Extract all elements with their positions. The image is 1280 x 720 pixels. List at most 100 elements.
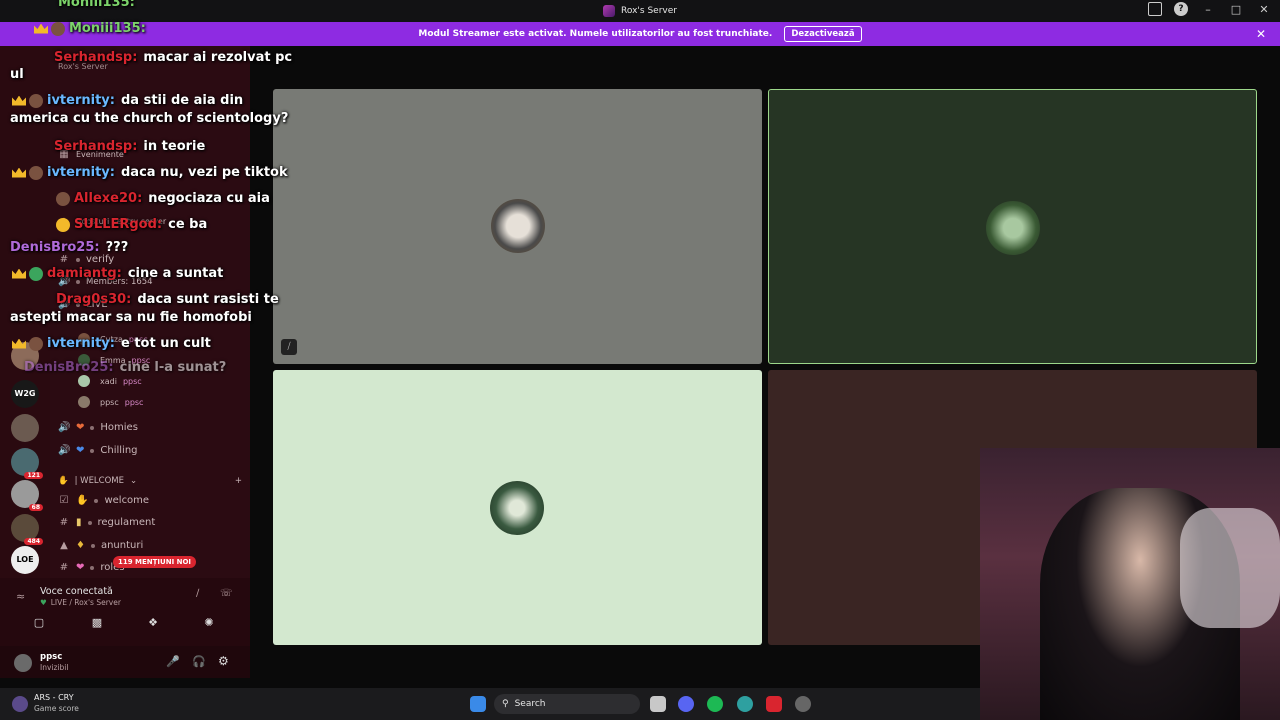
game-icon[interactable] — [12, 696, 28, 712]
help-icon[interactable]: ? — [1174, 2, 1188, 16]
server-icon-w2g[interactable]: W2G — [11, 380, 39, 408]
chair-shape — [1180, 508, 1280, 628]
channel-label: verify — [86, 254, 115, 265]
channel-label: anunturi — [100, 540, 144, 551]
taskbar-search[interactable]: ⚲ Search — [494, 694, 640, 714]
channel-anunturi[interactable]: ▲ ♦ anunturi — [58, 540, 143, 551]
boost-icon: ◆ — [60, 216, 68, 227]
noise-suppress-icon[interactable]: ∕ — [196, 588, 199, 599]
user-avatar[interactable] — [14, 654, 32, 672]
headphones-icon[interactable]: 🎧 — [192, 655, 206, 668]
close-banner-icon[interactable]: ✕ — [1256, 27, 1266, 41]
dot-icon — [90, 543, 95, 548]
speaker-icon: 🔊 — [58, 445, 71, 456]
taskbar: ARS - CRY Game score — [0, 688, 980, 720]
camera-off-button[interactable]: ▢ — [26, 616, 52, 636]
discord-icon[interactable] — [678, 696, 694, 712]
voice-member[interactable]: ppsc ppsc — [78, 396, 143, 408]
close-button[interactable]: ✕ — [1256, 3, 1272, 16]
guild-badge: 121 — [24, 472, 43, 479]
channel-label: Members: 1654 — [86, 276, 153, 287]
voice-location-text: LIVE / Rox's Server — [50, 598, 121, 607]
disable-streamer-button[interactable]: Dezactivează — [784, 26, 862, 42]
category-welcome[interactable]: ✋ | WELCOME ⌄ + — [58, 476, 242, 486]
search-label: Search — [514, 699, 546, 709]
spotify-icon[interactable] — [707, 696, 723, 712]
boosts-label: Boosturi pentru server — [76, 217, 167, 226]
screen-share-button[interactable]: ▩ — [84, 616, 110, 636]
dot-icon — [90, 448, 95, 453]
channel-members[interactable]: 🔊 Members: 1654 — [58, 276, 153, 287]
maximize-button[interactable]: □ — [1228, 3, 1244, 16]
category-label: | WELCOME — [74, 476, 124, 486]
video-tile-1[interactable]: ⧸ — [273, 89, 762, 364]
disconnect-icon[interactable]: ☏ — [220, 588, 233, 599]
voice-location[interactable]: ♥ LIVE / Rox's Server — [40, 598, 121, 607]
banner-text: Modul Streamer este activat. Numele util… — [418, 29, 773, 39]
file-explorer-icon[interactable] — [650, 696, 666, 712]
member-name: xadi — [100, 376, 117, 386]
server-icon-2[interactable] — [11, 414, 39, 442]
speaker-icon: 🔊 — [58, 299, 71, 310]
wave-icon: ✋ — [76, 495, 89, 506]
webcam-overlay — [980, 448, 1280, 720]
user-panel: ppsc Invizibil 🎤 🎧 ⚙ — [0, 646, 250, 678]
user-name: ppsc — [40, 652, 63, 662]
channel-regulament[interactable]: # ▮ regulament — [58, 517, 156, 528]
inbox-icon[interactable] — [1148, 2, 1162, 16]
participant-avatar — [986, 201, 1040, 255]
voice-member[interactable]: Emma ppsc — [78, 354, 150, 366]
mic-icon[interactable]: 🎤 — [166, 655, 180, 668]
mentions-badge[interactable]: 119 MENȚIUNI NOI — [113, 556, 197, 568]
voice-member[interactable]: Cutza ppsc — [78, 333, 148, 345]
channel-welcome[interactable]: ☑ ✋ welcome — [58, 495, 150, 506]
heart-icon: ❤ — [76, 562, 85, 573]
member-name: ppsc — [100, 397, 119, 407]
boosts-item[interactable]: ◆ Boosturi pentru server — [58, 216, 166, 227]
voice-member[interactable]: xadi ppsc — [78, 375, 142, 387]
server-icon-5[interactable]: 484 — [11, 514, 43, 545]
avatar — [78, 333, 90, 345]
server-icon-3[interactable]: 121 — [11, 448, 43, 479]
channel-chilling[interactable]: 🔊 ❤ Chilling — [58, 445, 138, 456]
participant-avatar — [491, 199, 545, 253]
search-icon: ⚲ — [502, 699, 509, 709]
windows-start-icon[interactable] — [470, 696, 486, 712]
server-icon-1[interactable] — [11, 342, 39, 370]
activities-button[interactable]: ❖ — [140, 616, 166, 636]
minimize-button[interactable]: – — [1200, 3, 1216, 16]
member-tag: ppsc — [124, 397, 144, 407]
member-tag: ppsc — [122, 376, 142, 386]
wave-icon: ✋ — [58, 476, 69, 486]
dot-icon — [76, 302, 80, 307]
events-label: Evenimente — [76, 150, 124, 159]
member-tag: ppsc — [131, 355, 151, 365]
channel-homies[interactable]: 🔊 ❤ Homies — [58, 422, 138, 433]
member-name: Cutza — [100, 334, 123, 344]
title-bar: Rox's Server ? – □ ✕ — [0, 0, 1280, 22]
window-title-text: Rox's Server — [621, 6, 677, 16]
soundboard-button[interactable]: ✺ — [196, 616, 222, 636]
server-icon-6[interactable]: LOE — [11, 546, 39, 574]
video-tile-3[interactable] — [273, 370, 762, 645]
app-icon-gray[interactable] — [795, 696, 811, 712]
scroll-icon: ▮ — [76, 517, 82, 528]
speaker-icon: 🔊 — [58, 276, 71, 287]
hash-icon: # — [59, 517, 69, 528]
add-channel-icon[interactable]: + — [235, 476, 242, 486]
video-tile-2-speaking[interactable] — [768, 89, 1257, 364]
heart-icon: ❤ — [76, 445, 85, 456]
channel-label: Chilling — [100, 445, 138, 456]
dot-icon — [76, 257, 80, 262]
hash-icon: # — [59, 562, 69, 573]
app-icon-red[interactable] — [766, 696, 782, 712]
server-icon-4[interactable]: 68 — [11, 480, 43, 511]
edge-icon[interactable] — [737, 696, 753, 712]
streamer-mode-banner: Modul Streamer este activat. Numele util… — [0, 22, 1280, 46]
channel-label: regulament — [97, 517, 156, 528]
settings-gear-icon[interactable]: ⚙ — [218, 654, 229, 668]
events-item[interactable]: ▦ Evenimente — [58, 149, 124, 160]
channel-verify[interactable]: # verify — [58, 254, 114, 265]
channel-live[interactable]: 🔊 LIVE — [58, 299, 108, 310]
bell-icon: ♦ — [76, 540, 85, 551]
